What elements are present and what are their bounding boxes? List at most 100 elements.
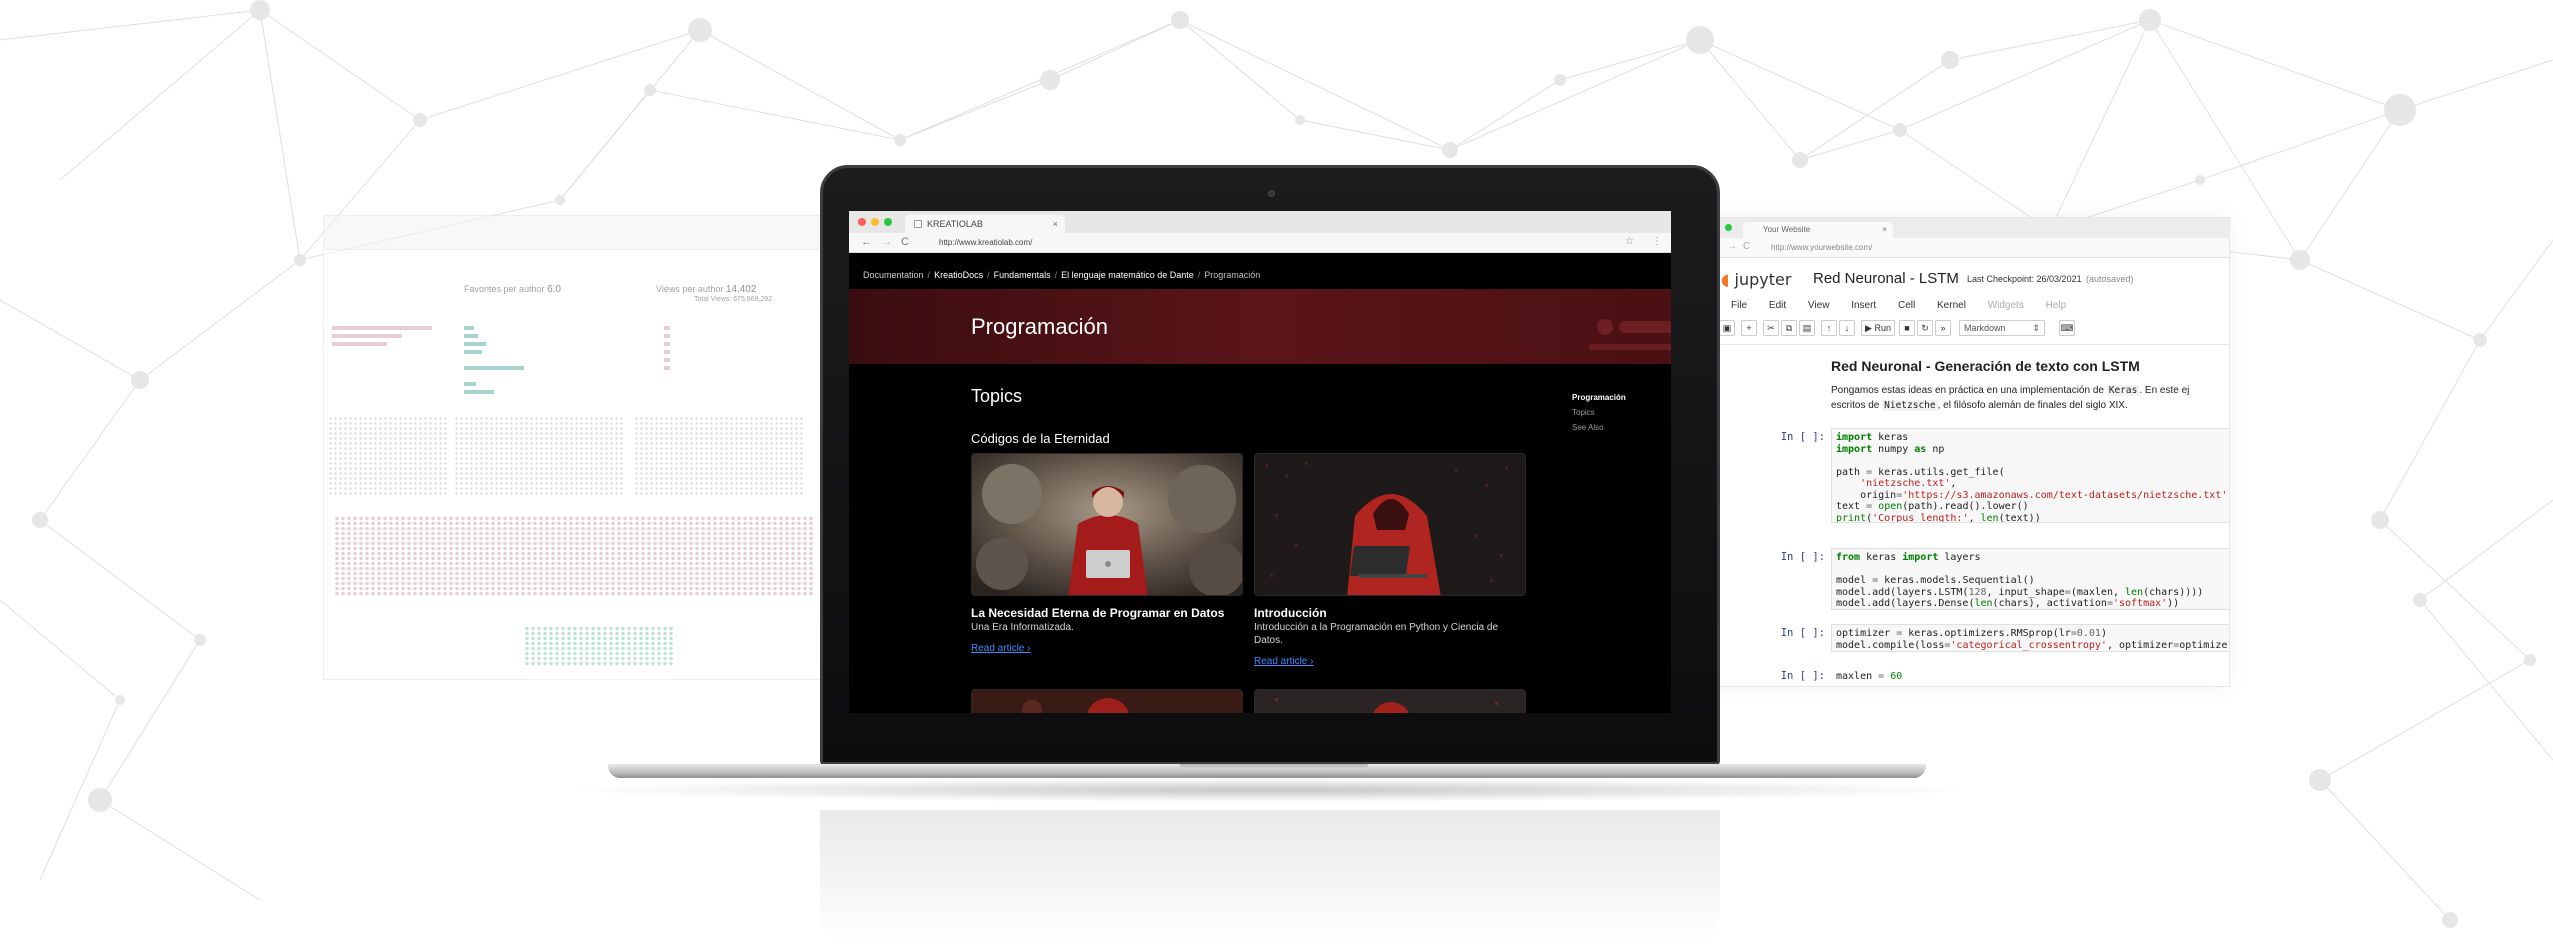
page-favicon-icon xyxy=(914,220,922,228)
card-image[interactable] xyxy=(1254,453,1526,596)
card-description: Introducción a la Programación en Python… xyxy=(1254,622,1499,646)
menu-widgets[interactable]: Widgets xyxy=(1988,300,2024,311)
card-title[interactable]: Introducción xyxy=(1254,606,1327,620)
scatter-plot xyxy=(524,626,674,666)
jupyter-logo[interactable]: ◖ jupyter xyxy=(1721,270,1791,289)
back-icon[interactable]: ← xyxy=(861,236,872,248)
bar xyxy=(464,350,482,354)
bar xyxy=(464,390,494,394)
bar xyxy=(664,326,670,330)
code-input[interactable]: maxlen = 60 xyxy=(1831,667,2229,685)
menu-kernel[interactable]: Kernel xyxy=(1937,300,1966,311)
code-input[interactable]: optimizer = keras.optimizers.RMSprop(lr=… xyxy=(1831,624,2229,652)
run-button[interactable]: ▶ Run xyxy=(1861,320,1895,336)
fast-forward-icon[interactable]: » xyxy=(1935,320,1951,336)
cell-prompt: In [ ]: xyxy=(1780,627,1825,639)
minimize-window-icon[interactable] xyxy=(871,218,879,226)
menu-help[interactable]: Help xyxy=(2046,300,2067,311)
jupyter-menu-bar: File Edit View Insert Cell Kernel Widget… xyxy=(1731,300,2085,316)
world-map xyxy=(454,416,624,496)
table-of-contents: Programación Topics See Also xyxy=(1572,390,1626,435)
add-cell-icon[interactable]: + xyxy=(1741,320,1757,336)
views-stat-value: 14,402 xyxy=(725,284,757,295)
breadcrumb-separator: / xyxy=(1197,270,1201,280)
bar xyxy=(464,366,524,370)
hero-decoration xyxy=(1589,344,1671,350)
topics-heading: Topics xyxy=(971,386,1023,406)
reload-icon[interactable]: C xyxy=(901,236,909,248)
toc-item-programacion[interactable]: Programación xyxy=(1572,390,1626,405)
toc-item-see-also[interactable]: See Also xyxy=(1572,420,1626,435)
card-title[interactable]: La Necesidad Eterna de Programar en Dato… xyxy=(971,606,1224,620)
card-image[interactable] xyxy=(971,689,1243,713)
close-tab-icon[interactable]: × xyxy=(1053,219,1058,229)
maximize-window-icon[interactable] xyxy=(884,218,892,226)
paste-icon[interactable]: ▤ xyxy=(1799,320,1815,336)
close-tab-icon[interactable]: × xyxy=(1882,225,1887,234)
restart-icon[interactable]: ↻ xyxy=(1917,320,1933,336)
breadcrumb-fundamentals[interactable]: Fundamentals xyxy=(994,270,1051,280)
jupyter-url[interactable]: http://www.yourwebsite.com/ xyxy=(1771,243,1872,252)
cut-icon[interactable]: ✂ xyxy=(1763,320,1779,336)
code-input[interactable]: import keras import numpy as np path = k… xyxy=(1831,428,2229,523)
menu-view[interactable]: View xyxy=(1808,300,1830,311)
bar xyxy=(664,358,670,362)
world-map xyxy=(634,416,804,496)
copy-icon[interactable]: ⧉ xyxy=(1781,320,1797,336)
hero-decoration xyxy=(1619,321,1671,333)
cell-prompt: In [ ]: xyxy=(1780,670,1825,682)
menu-edit[interactable]: Edit xyxy=(1769,300,1786,311)
jupyter-toolbar: ▣ + ✂ ⧉ ▤ ↑ ↓ ▶ Run ■ ↻ » Markdown ⇕ ⌨ xyxy=(1719,318,2179,340)
card-image[interactable] xyxy=(971,453,1243,596)
card-illustration xyxy=(972,690,1242,713)
world-map xyxy=(328,416,448,496)
breadcrumb: Documentation / KreatioDocs / Fundamentals / E… xyxy=(863,270,1260,280)
bar xyxy=(332,334,402,338)
md-text: , el filósofo alemán de finales del sigl… xyxy=(1937,400,2128,411)
read-article-link[interactable]: Read article › xyxy=(971,643,1030,654)
browser-tab[interactable]: KREATIOLAB × xyxy=(905,215,1065,233)
divider xyxy=(1721,344,2229,345)
jupyter-address-bar: ←→C http://www.yourwebsite.com/ xyxy=(1691,238,2229,258)
dashboard-browser-chrome xyxy=(324,216,842,250)
cell-type-select[interactable]: Markdown ⇕ xyxy=(1959,320,2045,336)
notebook-title[interactable]: Red Neuronal - LSTM xyxy=(1813,270,1959,287)
browser-menu-icon[interactable]: ⋮ xyxy=(1652,236,1662,247)
browser-address-bar: ← → C http://www.kreatiolab.com/ ☆ ⋮ xyxy=(849,233,1671,253)
views-stat: Views per author 14,402 xyxy=(656,284,756,295)
browser-url[interactable]: http://www.kreatiolab.com/ xyxy=(939,238,1032,247)
breadcrumb-kreatiodocs[interactable]: KreatioDocs xyxy=(934,270,983,280)
laptop-notch xyxy=(1180,764,1368,770)
jupyter-window: Your Website × ←→C http://www.yourwebsit… xyxy=(1690,217,2230,687)
menu-insert[interactable]: Insert xyxy=(1851,300,1876,311)
jupyter-tab[interactable]: Your Website × xyxy=(1743,222,1893,238)
cell-prompt: In [ ]: xyxy=(1780,431,1825,443)
stop-icon[interactable]: ■ xyxy=(1899,320,1915,336)
views-total: Total Views: 675,868,292 xyxy=(694,296,773,303)
save-icon[interactable]: ▣ xyxy=(1719,320,1735,336)
menu-file[interactable]: File xyxy=(1731,300,1747,311)
md-text: escritos de xyxy=(1831,400,1880,411)
bar xyxy=(464,382,476,386)
card-illustration xyxy=(1255,690,1525,713)
breadcrumb-separator: / xyxy=(927,270,931,280)
breadcrumb-dante[interactable]: El lenguaje matemático de Dante xyxy=(1061,270,1194,280)
breadcrumb-documentation[interactable]: Documentation xyxy=(863,270,924,280)
cell-prompt: In [ ]: xyxy=(1780,551,1825,563)
bookmark-star-icon[interactable]: ☆ xyxy=(1625,236,1634,247)
toc-item-topics[interactable]: Topics xyxy=(1572,405,1626,420)
move-up-icon[interactable]: ↑ xyxy=(1821,320,1837,336)
close-window-icon[interactable] xyxy=(858,218,866,226)
laptop-reflection xyxy=(820,810,1720,945)
move-down-icon[interactable]: ↓ xyxy=(1839,320,1855,336)
menu-cell[interactable]: Cell xyxy=(1898,300,1915,311)
code-input[interactable]: from keras import layers model = keras.m… xyxy=(1831,548,2229,610)
laptop-shadow xyxy=(560,778,1980,802)
forward-icon[interactable]: → xyxy=(881,236,892,248)
keyboard-icon[interactable]: ⌨ xyxy=(2059,320,2075,336)
read-article-link[interactable]: Read article › xyxy=(1254,656,1313,667)
card-image[interactable] xyxy=(1254,689,1526,713)
maximize-window-icon[interactable] xyxy=(1725,224,1732,231)
card-description: Una Era Informatizada. xyxy=(971,622,1074,633)
md-code: Nietzsche xyxy=(1882,400,1938,411)
